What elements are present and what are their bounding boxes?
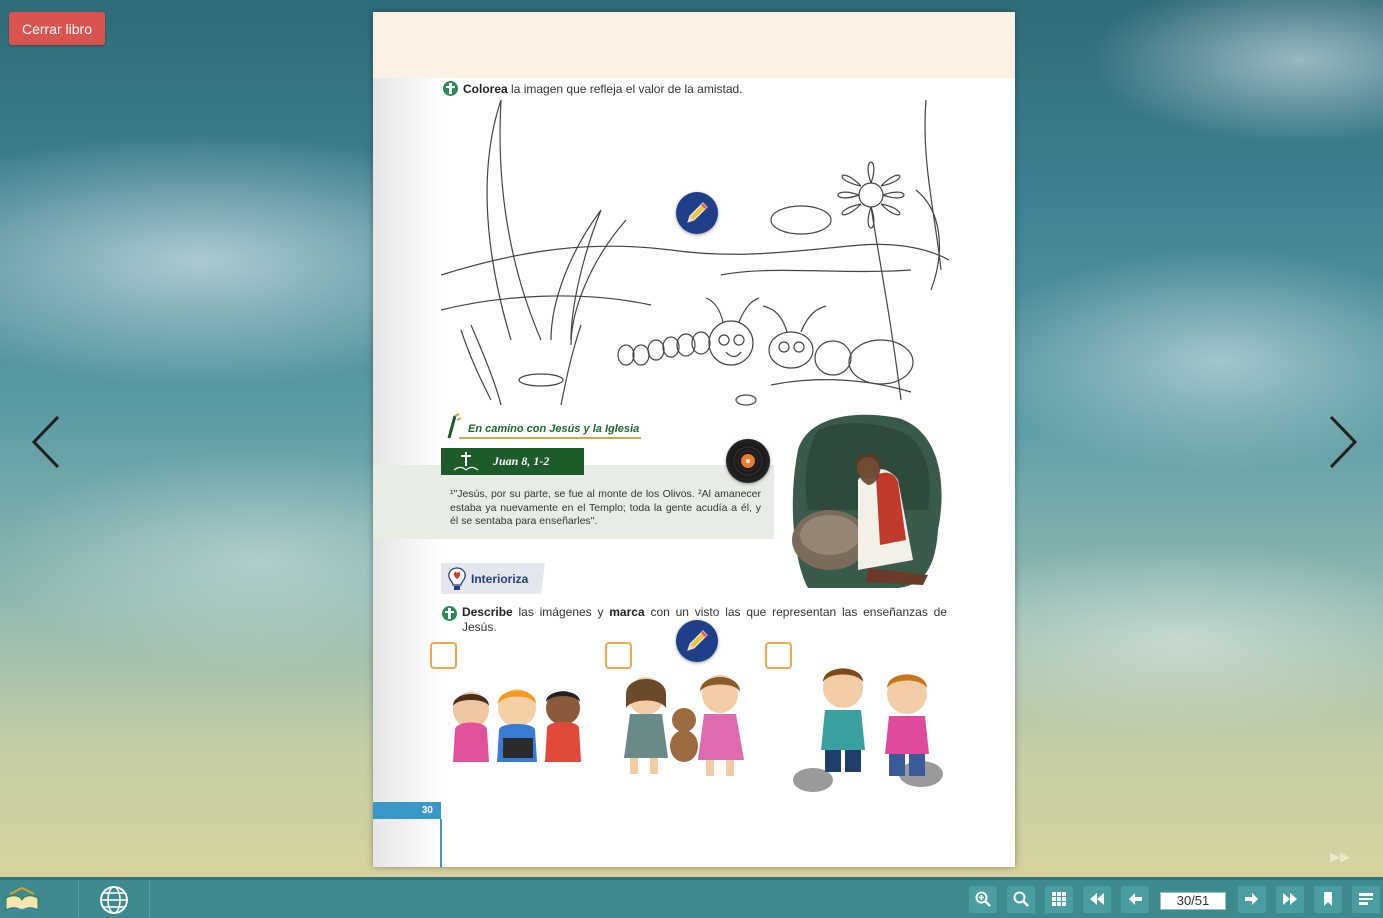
section-underline bbox=[459, 437, 641, 439]
first-page-icon bbox=[1090, 893, 1104, 905]
last-page-button[interactable] bbox=[1276, 886, 1304, 913]
cross-bullet-icon bbox=[443, 81, 458, 96]
bottom-toolbar: 30/51 bbox=[0, 877, 1383, 918]
pencil-icon bbox=[687, 202, 708, 223]
audio-play-button[interactable] bbox=[726, 439, 770, 483]
walking-stick-icon bbox=[447, 413, 462, 439]
pencil-icon bbox=[687, 630, 708, 651]
toc-button[interactable] bbox=[1352, 886, 1380, 913]
app-logo[interactable] bbox=[0, 880, 79, 918]
zoom-in-icon bbox=[975, 891, 991, 907]
vinyl-record-icon bbox=[730, 443, 766, 479]
bible-reference-tag: Juan 8, 1-2 bbox=[441, 448, 584, 475]
next-page-icon bbox=[1245, 893, 1258, 905]
section-title: En camino con Jesús y la Iglesia bbox=[468, 423, 640, 435]
interioriza-tag: Interioriza bbox=[441, 563, 545, 594]
checkbox-image-2[interactable] bbox=[605, 642, 632, 669]
checkbox-image-3[interactable] bbox=[765, 642, 792, 669]
book-logo-icon bbox=[5, 886, 39, 914]
pencil-activity-button[interactable] bbox=[676, 620, 718, 662]
toc-icon bbox=[1359, 893, 1373, 905]
first-page-button[interactable] bbox=[1083, 886, 1111, 913]
last-page-icon bbox=[1283, 893, 1297, 905]
jesus-praying-image bbox=[792, 414, 942, 588]
zoom-in-button[interactable] bbox=[969, 886, 997, 913]
cross-icon bbox=[453, 452, 479, 471]
page-margin-line bbox=[440, 819, 442, 867]
page-counter-input[interactable]: 30/51 bbox=[1160, 892, 1226, 910]
instruction-color: Colorea la imagen que refleja el valor d… bbox=[463, 82, 743, 96]
prev-page-arrow[interactable] bbox=[28, 412, 68, 472]
close-book-button[interactable]: Cerrar libro bbox=[9, 12, 105, 45]
prev-page-button[interactable] bbox=[1121, 886, 1149, 913]
bookmark-button[interactable] bbox=[1314, 886, 1342, 913]
cross-bullet-icon bbox=[442, 606, 457, 621]
children-sharing-teddy-image bbox=[624, 675, 744, 776]
page-gutter-shadow bbox=[373, 12, 443, 867]
page-number-tab: 30 bbox=[373, 802, 441, 819]
bookmark-icon bbox=[1324, 892, 1332, 906]
grid-icon bbox=[1052, 892, 1066, 906]
prev-page-icon bbox=[1129, 893, 1142, 905]
page-header-band bbox=[373, 12, 1015, 78]
chevron-left-icon bbox=[31, 415, 60, 469]
book-page: Colorea la imagen que refleja el valor d… bbox=[373, 12, 1015, 867]
thumbnails-button[interactable] bbox=[1045, 886, 1073, 913]
children-fighting-image bbox=[793, 668, 943, 792]
language-button[interactable] bbox=[79, 880, 150, 918]
next-page-arrow[interactable] bbox=[1321, 412, 1361, 472]
coloring-illustration bbox=[441, 100, 949, 406]
verse-text: ¹"Jesús, por su parte, se fue al monte d… bbox=[450, 488, 761, 527]
next-page-button[interactable] bbox=[1238, 886, 1266, 913]
search-icon bbox=[1013, 891, 1029, 907]
pencil-activity-button[interactable] bbox=[676, 192, 718, 234]
checkbox-image-1[interactable] bbox=[430, 642, 457, 669]
children-reading-image bbox=[453, 689, 581, 762]
fast-forward-icon[interactable]: ▶▶ bbox=[1330, 849, 1350, 865]
search-button[interactable] bbox=[1007, 886, 1035, 913]
globe-icon bbox=[100, 886, 128, 914]
lightbulb-heart-icon bbox=[448, 567, 466, 590]
chevron-right-icon bbox=[1329, 415, 1358, 469]
